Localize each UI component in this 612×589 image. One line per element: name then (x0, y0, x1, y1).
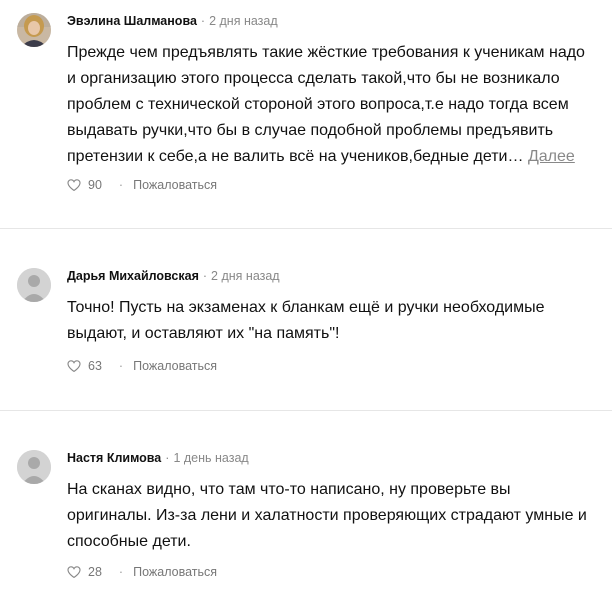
comment-body: На сканах видно, что там что-то написано… (67, 481, 587, 550)
author-name[interactable]: Эвэлина Шалманова (67, 14, 197, 28)
like-count: 28 (88, 565, 102, 579)
like-count: 63 (88, 359, 102, 373)
avatar[interactable] (17, 268, 51, 302)
heart-icon (67, 179, 81, 191)
meta-separator: · (200, 14, 206, 28)
comment: Эвэлина Шалманова · 2 дня назад Прежде чем… (0, 13, 612, 213)
heart-icon (67, 566, 81, 578)
comment: Настя Климова · 1 день назад На сканах вид… (0, 450, 612, 585)
comment-actions: 63 · Пожаловаться (67, 359, 217, 373)
actions-separator: · (118, 359, 124, 373)
like-button[interactable]: 63 (67, 359, 102, 373)
meta-separator: · (165, 451, 170, 465)
avatar[interactable] (17, 13, 51, 47)
comment-divider (0, 410, 612, 411)
default-avatar-icon (17, 450, 51, 484)
report-link[interactable]: Пожаловаться (133, 359, 217, 373)
actions-separator: · (118, 565, 124, 579)
comment-text: Прежде чем предъявлять такие жёсткие тре… (67, 40, 597, 170)
comment-divider (0, 228, 612, 229)
comment-actions: 28 · Пожаловаться (67, 565, 217, 579)
like-count: 90 (88, 178, 102, 192)
comment-body: Точно! Пусть на экзаменах к бланкам ещё … (67, 299, 545, 342)
comment-time: 1 день назад (173, 451, 249, 465)
meta-separator: · (202, 269, 208, 283)
report-link[interactable]: Пожаловаться (133, 178, 217, 192)
comment: Дарья Михайловская · 2 дня назад Точно! Пу… (0, 268, 612, 398)
comment-meta: Эвэлина Шалманова · 2 дня назад (67, 13, 278, 29)
like-button[interactable]: 28 (67, 565, 102, 579)
comment-time: 2 дня назад (211, 269, 280, 283)
report-link[interactable]: Пожаловаться (133, 565, 217, 579)
read-more-link[interactable]: Далее (528, 148, 575, 165)
author-name[interactable]: Настя Климова (67, 451, 161, 465)
comments-list: Эвэлина Шалманова · 2 дня назад Прежде чем… (0, 0, 612, 589)
author-name[interactable]: Дарья Михайловская (67, 269, 199, 283)
heart-icon (67, 360, 81, 372)
actions-separator: · (118, 178, 124, 192)
comment-time: 2 дня назад (209, 14, 278, 28)
comment-meta: Дарья Михайловская · 2 дня назад (67, 268, 280, 284)
comment-body: Прежде чем предъявлять такие жёсткие тре… (67, 44, 585, 165)
comment-meta: Настя Климова · 1 день назад (67, 450, 249, 466)
comment-text: Точно! Пусть на экзаменах к бланкам ещё … (67, 295, 597, 347)
default-avatar-icon (17, 268, 51, 302)
like-button[interactable]: 90 (67, 178, 102, 192)
comment-text: На сканах видно, что там что-то написано… (67, 477, 597, 555)
user-photo-icon (17, 13, 51, 47)
avatar[interactable] (17, 450, 51, 484)
comment-actions: 90 · Пожаловаться (67, 178, 217, 192)
